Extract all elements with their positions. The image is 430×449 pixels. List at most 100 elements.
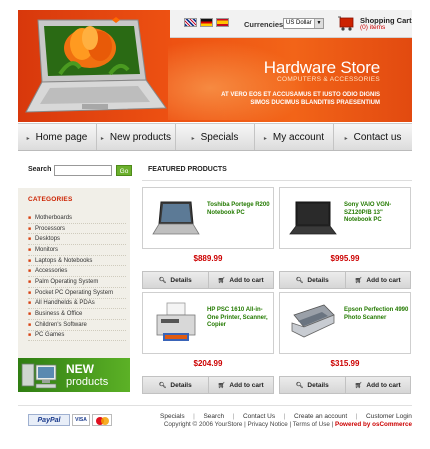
product-card: HP PSC 1610 All-in-One Printer, Scanner,…: [142, 292, 274, 396]
mastercard-logo: [92, 414, 112, 426]
categories-panel: CATEGORIES ■ Motherboards ■ Processors ■ De…: [18, 188, 130, 358]
category-item[interactable]: ■ Processors: [28, 224, 126, 235]
details-label: Details: [170, 381, 192, 389]
bullet-icon: ■: [28, 321, 32, 328]
nav-my-account[interactable]: ▸ My account: [255, 124, 334, 150]
cart-icon: 🛒︎: [217, 382, 226, 389]
store-title: Hardware Store: [263, 58, 380, 77]
nav-new-products-label: New products: [109, 131, 172, 143]
footer-link-create-account[interactable]: Create an account: [294, 413, 347, 420]
product-image-box[interactable]: Toshiba Portege R200 Notebook PC: [142, 187, 274, 249]
powered-by-link[interactable]: Powered by osCommerce: [335, 421, 412, 428]
product-image-box[interactable]: Epson Perfection 4990 Photo Scanner: [279, 292, 411, 354]
details-button[interactable]: 🔍︎ Details: [143, 272, 209, 288]
new-products-line2: products: [66, 376, 109, 388]
bullet-icon: ■: [28, 236, 32, 243]
footer-link-search[interactable]: Search: [203, 413, 224, 420]
category-label: Desktops: [35, 236, 61, 243]
add-to-cart-button[interactable]: 🛒︎ Add to cart: [346, 377, 411, 393]
bullet-icon: ▸: [26, 135, 30, 142]
category-item[interactable]: ■ Monitors: [28, 245, 126, 256]
category-item[interactable]: ■ Laptops & Notebooks: [28, 256, 126, 267]
product-price: $204.99: [193, 359, 223, 368]
category-label: PC Games: [35, 332, 65, 339]
add-to-cart-button[interactable]: 🛒︎ Add to cart: [209, 272, 274, 288]
details-button[interactable]: 🔍︎ Details: [143, 377, 209, 393]
details-label: Details: [307, 276, 329, 284]
bullet-icon: ■: [28, 257, 32, 264]
new-products-banner[interactable]: NEW products: [18, 358, 130, 392]
search-input[interactable]: [54, 165, 112, 176]
nav-specials[interactable]: ▸ Specials: [176, 124, 255, 150]
footer-link-contact-us[interactable]: Contact Us: [243, 413, 275, 420]
uk-flag-icon[interactable]: [184, 18, 197, 27]
category-label: Accessories: [35, 268, 68, 275]
category-item[interactable]: ■ PC Games: [28, 331, 126, 342]
cart-icon: 🛒︎: [217, 277, 226, 284]
add-to-cart-button[interactable]: 🛒︎ Add to cart: [346, 272, 411, 288]
category-label: Business & Office: [35, 311, 83, 318]
bullet-icon: ■: [28, 278, 32, 285]
add-to-cart-label: Add to cart: [366, 276, 401, 284]
search-go-button[interactable]: Go: [116, 165, 132, 176]
add-to-cart-button[interactable]: 🛒︎ Add to cart: [209, 377, 274, 393]
category-item[interactable]: ■ Desktops: [28, 234, 126, 246]
bullet-icon: ▸: [191, 135, 195, 142]
printer-icon: [156, 302, 196, 341]
currency-select[interactable]: US Dollar ▼: [283, 18, 324, 29]
product-card: Epson Perfection 4990 Photo Scanner $315…: [279, 292, 411, 396]
magnifier-icon: 🔍︎: [295, 277, 304, 284]
cart-item-count: (0) items: [360, 24, 386, 31]
bullet-icon: ▸: [263, 135, 267, 142]
category-item[interactable]: ■ All Handhelds & PDAs: [28, 299, 126, 310]
bullet-icon: ■: [28, 311, 32, 318]
category-label: All Handhelds & PDAs: [35, 300, 95, 307]
footer-link-customer-login[interactable]: Customer Login: [366, 413, 412, 420]
laptop-icon: [152, 201, 200, 235]
product-image-box[interactable]: HP PSC 1610 All-in-One Printer, Scanner,…: [142, 292, 274, 354]
footer-divider: [18, 405, 412, 406]
category-item[interactable]: ■ Children's Software: [28, 320, 126, 331]
shopping-cart-icon[interactable]: [338, 14, 356, 32]
store-subtitle: COMPUTERS & ACCESSORIES: [277, 76, 380, 83]
details-button[interactable]: 🔍︎ Details: [280, 272, 346, 288]
copyright: Copyright © 2006 YourStore | Privacy Not…: [150, 421, 412, 428]
details-button[interactable]: 🔍︎ Details: [280, 377, 346, 393]
product-name[interactable]: Epson Perfection 4990 Photo Scanner: [344, 307, 410, 322]
bullet-icon: ■: [28, 246, 32, 253]
featured-products-title: FEATURED PRODUCTS: [148, 166, 227, 173]
category-item[interactable]: ■ Palm Operating System: [28, 277, 126, 288]
nav-new-products[interactable]: ▸ New products: [97, 124, 176, 150]
cart-icon: 🛒︎: [354, 277, 363, 284]
product-price: $889.99: [193, 254, 223, 263]
divider: [142, 180, 412, 181]
footer-link-specials[interactable]: Specials: [160, 413, 185, 420]
nav-contact-us-label: Contact us: [353, 131, 402, 143]
language-flags: [184, 18, 229, 27]
product-name[interactable]: Toshiba Portege R200 Notebook PC: [207, 202, 273, 217]
bullet-icon: ■: [28, 214, 32, 221]
category-item[interactable]: ■ Pocket PC Operating System: [28, 288, 126, 299]
germany-flag-icon[interactable]: [200, 18, 213, 27]
details-label: Details: [307, 381, 329, 389]
nav-my-account-label: My account: [272, 131, 325, 143]
product-actions: 🔍︎ Details 🛒︎ Add to cart: [279, 271, 411, 289]
magnifier-icon: 🔍︎: [158, 382, 167, 389]
category-item[interactable]: ■ Business & Office: [28, 309, 126, 320]
spain-flag-icon[interactable]: [216, 18, 229, 27]
product-actions: 🔍︎ Details 🛒︎ Add to cart: [142, 271, 274, 289]
product-image-box[interactable]: Sony VAIO VGN-SZ120P/B 13" Notebook PC: [279, 187, 411, 249]
footer-links: Specials | Search | Contact Us | Create …: [160, 413, 412, 420]
category-item[interactable]: ■ Motherboards: [28, 213, 126, 224]
cart-icon: 🛒︎: [354, 382, 363, 389]
computer-icon: [21, 363, 57, 389]
product-price: $995.99: [330, 254, 360, 263]
store-tagline-2: SIMOS DUCIMUS BLANDITIIS PRAESENTIUM: [250, 100, 380, 106]
currencies-label: Currencies:: [244, 20, 286, 29]
nav-home[interactable]: ▸ Home page: [18, 124, 97, 150]
product-name[interactable]: Sony VAIO VGN-SZ120P/B 13" Notebook PC: [344, 202, 410, 225]
category-label: Motherboards: [35, 214, 73, 221]
product-name[interactable]: HP PSC 1610 All-in-One Printer, Scanner,…: [207, 307, 273, 330]
category-item[interactable]: ■ Accessories: [28, 266, 126, 278]
nav-contact-us[interactable]: ▸ Contact us: [334, 124, 412, 150]
